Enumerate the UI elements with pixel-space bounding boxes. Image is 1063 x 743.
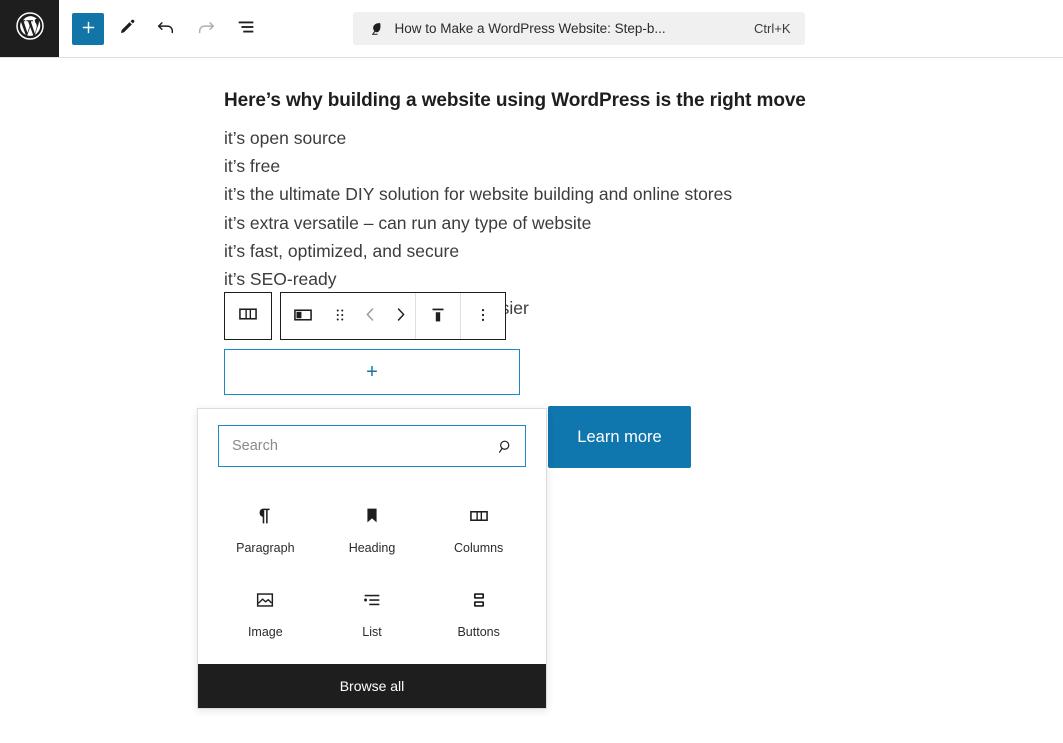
columns-three-icon <box>468 501 490 531</box>
inserter-block-buttons[interactable]: Buttons <box>425 571 532 645</box>
list-item[interactable]: it’s fast, optimized, and secure <box>224 237 844 265</box>
list-item[interactable]: it’s open source <box>224 124 844 152</box>
block-toolbar <box>224 292 506 340</box>
inserter-search-area <box>198 409 546 481</box>
search-field[interactable] <box>218 425 526 467</box>
list-item[interactable]: it’s free <box>224 152 844 180</box>
ellipsis-vertical-icon <box>474 306 492 327</box>
inserter-block-label: Columns <box>453 541 504 555</box>
block-inserter-popover: Paragraph Heading Colu <box>197 408 547 709</box>
post-content: Here’s why building a website using Word… <box>224 88 844 322</box>
align-top-icon <box>427 304 449 329</box>
plus-icon: + <box>366 361 378 383</box>
select-parent-block-button[interactable] <box>224 292 272 340</box>
move-left-button[interactable] <box>355 293 385 339</box>
header-right-spacer <box>893 0 1063 57</box>
inserter-block-columns[interactable]: Columns <box>425 487 532 561</box>
inserter-block-grid: Paragraph Heading Columns Image List But… <box>198 481 546 664</box>
columns-three-icon <box>237 303 259 330</box>
inserter-block-label: List <box>362 624 382 639</box>
image-picture-icon <box>254 585 276 615</box>
undo-button[interactable] <box>148 11 184 47</box>
list-view-button[interactable] <box>228 11 264 47</box>
inserter-block-label: Heading <box>348 541 396 555</box>
column-block-icon <box>292 304 314 329</box>
inserter-block-paragraph[interactable]: Paragraph <box>212 487 319 561</box>
search-input[interactable] <box>219 426 485 466</box>
block-options-button[interactable] <box>461 293 505 339</box>
drag-dots-icon <box>331 306 349 327</box>
command-bar-container: How to Make a WordPress Website: Step-b.… <box>264 0 893 57</box>
inserter-block-list[interactable]: List <box>319 571 426 645</box>
list-item[interactable]: it’s SEO-ready <box>224 265 844 293</box>
empty-column-placeholder[interactable]: + <box>224 349 520 395</box>
inserter-block-label: Buttons <box>457 624 500 639</box>
chevron-left-icon <box>361 305 380 327</box>
inserter-block-heading[interactable]: Heading <box>319 487 426 561</box>
pencil-icon <box>116 17 137 41</box>
inserter-block-label: Paragraph <box>236 541 295 555</box>
command-bar-shortcut: Ctrl+K <box>754 21 791 36</box>
inserter-block-label: Image <box>247 624 283 639</box>
add-block-button[interactable] <box>72 12 104 45</box>
wordpress-logo-button[interactable] <box>0 0 59 57</box>
block-toolbar-group-block <box>281 293 416 339</box>
redo-button[interactable] <box>188 11 224 47</box>
command-bar[interactable]: How to Make a WordPress Website: Step-b.… <box>352 12 805 45</box>
page-title[interactable]: Here’s why building a website using Word… <box>224 88 844 114</box>
list-item[interactable]: it’s the ultimate DIY solution for websi… <box>224 180 844 208</box>
block-toolbar-main <box>280 292 506 340</box>
wordpress-logo-icon <box>15 11 45 46</box>
redo-arrow-icon <box>195 16 217 41</box>
block-toolbar-group-align <box>416 293 461 339</box>
feather-pen-icon <box>367 20 385 38</box>
bulleted-list-icon <box>361 585 383 615</box>
header-toolbar <box>59 0 264 57</box>
paragraph-pilcrow-icon <box>254 501 276 531</box>
chevron-right-icon <box>391 305 410 327</box>
block-toolbar-group-options <box>461 293 505 339</box>
editor-header: How to Make a WordPress Website: Step-b.… <box>0 0 1063 58</box>
block-type-column-icon[interactable] <box>281 293 325 339</box>
move-right-button[interactable] <box>385 293 415 339</box>
buttons-stacked-icon <box>468 585 490 615</box>
command-bar-title: How to Make a WordPress Website: Step-b.… <box>394 21 666 36</box>
undo-arrow-icon <box>155 16 177 41</box>
search-icon[interactable] <box>485 437 525 456</box>
editor-canvas: Here’s why building a website using Word… <box>0 58 1063 743</box>
drag-handle[interactable] <box>325 293 355 339</box>
vertical-align-button[interactable] <box>416 293 460 339</box>
heading-bookmark-icon <box>361 501 383 531</box>
plus-icon <box>80 19 97 39</box>
learn-more-button[interactable]: Learn more <box>548 406 691 468</box>
edit-mode-button[interactable] <box>108 11 144 47</box>
browse-all-button[interactable]: Browse all <box>198 664 546 708</box>
inserter-block-image[interactable]: Image <box>212 571 319 645</box>
list-item[interactable]: it’s extra versatile – can run any type … <box>224 209 844 237</box>
list-view-icon <box>235 16 257 41</box>
